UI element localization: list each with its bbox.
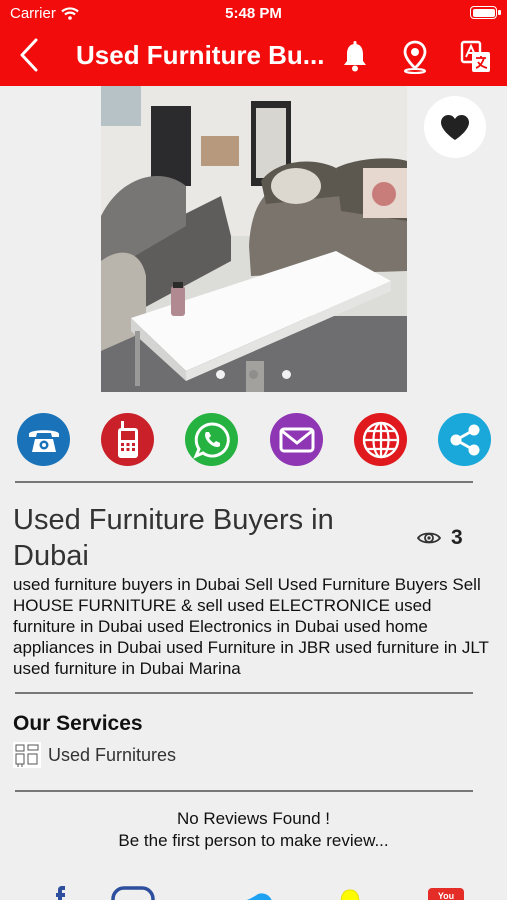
mobile-icon bbox=[117, 420, 138, 458]
website-button[interactable] bbox=[354, 413, 407, 466]
status-bar: Carrier 5:48 PM bbox=[0, 0, 507, 26]
map-pin-icon[interactable] bbox=[399, 40, 431, 74]
website-icon bbox=[362, 421, 399, 458]
twitter-icon[interactable] bbox=[234, 893, 274, 900]
page-indicator[interactable] bbox=[0, 370, 507, 379]
divider bbox=[15, 790, 473, 792]
instagram-icon[interactable] bbox=[111, 886, 155, 900]
whatsapp-button[interactable] bbox=[185, 413, 238, 466]
page-title: Used Furniture Bu... bbox=[76, 40, 325, 70]
youtube-icon[interactable]: You bbox=[428, 888, 464, 900]
email-button[interactable] bbox=[270, 413, 323, 466]
snapchat-icon[interactable] bbox=[338, 889, 362, 900]
listing-title: Used Furniture Buyers in Dubai bbox=[13, 504, 334, 572]
nav-bar: Used Furniture Bu... bbox=[0, 26, 507, 86]
battery-icon bbox=[470, 6, 501, 19]
empty-reviews-line2: Be the first person to make review... bbox=[118, 831, 389, 850]
bell-icon[interactable] bbox=[339, 40, 371, 74]
phone-icon bbox=[28, 429, 59, 452]
contact-actions bbox=[0, 412, 507, 468]
email-icon bbox=[279, 427, 314, 452]
status-time: 5:48 PM bbox=[225, 5, 282, 22]
call-button[interactable] bbox=[17, 413, 70, 466]
heart-icon bbox=[441, 114, 469, 140]
translate-icon[interactable] bbox=[460, 40, 492, 74]
empty-reviews-message: No Reviews Found ! Be the first person t… bbox=[0, 808, 507, 852]
listing-photo[interactable] bbox=[101, 86, 407, 392]
whatsapp-icon bbox=[192, 421, 230, 459]
favorite-button[interactable] bbox=[424, 96, 486, 158]
view-count-value: 3 bbox=[451, 526, 463, 549]
listing-description: used furniture buyers in Dubai Sell Used… bbox=[13, 575, 489, 678]
eye-icon bbox=[417, 532, 441, 544]
share-button[interactable] bbox=[438, 413, 491, 466]
service-item[interactable]: Used Furnitures bbox=[13, 742, 176, 768]
facebook-icon[interactable] bbox=[50, 884, 70, 900]
service-thumbnail bbox=[13, 742, 41, 768]
divider bbox=[15, 692, 473, 694]
social-links: You bbox=[0, 884, 507, 900]
service-label: Used Furnitures bbox=[48, 744, 177, 765]
divider bbox=[15, 481, 473, 483]
page-dot[interactable] bbox=[216, 370, 225, 379]
share-icon bbox=[450, 424, 479, 455]
svg-text:You: You bbox=[438, 891, 454, 900]
page-dot-active[interactable] bbox=[249, 370, 258, 379]
services-heading: Our Services bbox=[13, 712, 143, 735]
empty-reviews-line1: No Reviews Found ! bbox=[176, 809, 331, 828]
page-dot[interactable] bbox=[282, 370, 291, 379]
view-count: 3 bbox=[417, 526, 463, 550]
back-button[interactable] bbox=[14, 36, 44, 74]
mobile-button[interactable] bbox=[101, 413, 154, 466]
